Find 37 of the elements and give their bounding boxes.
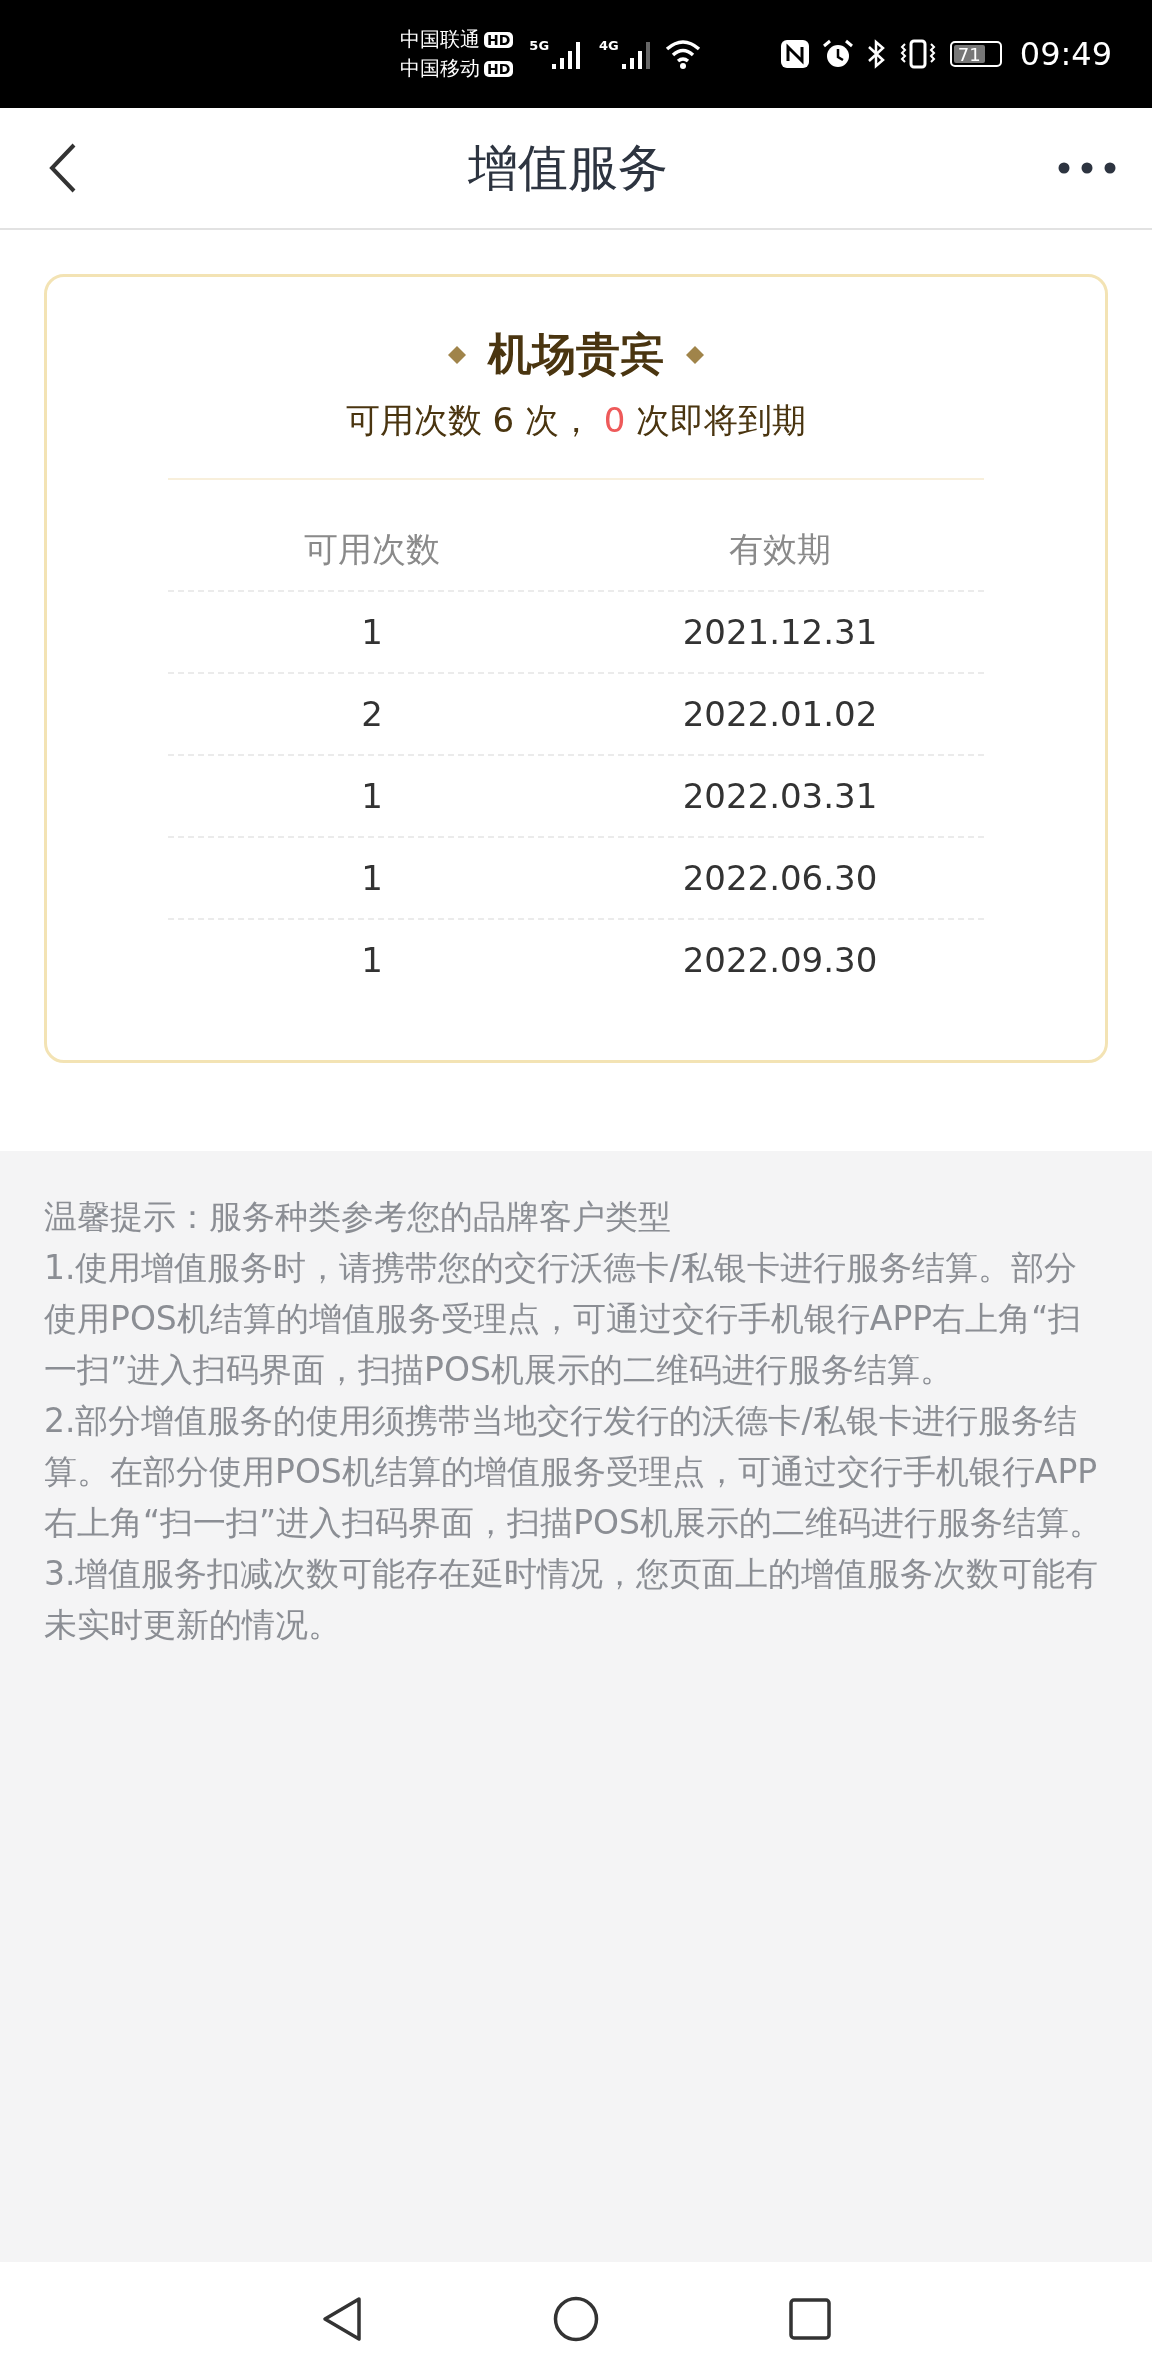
table-cell-text: 1 xyxy=(360,612,384,652)
note-text: 3.增值服务扣减次数可能存在延时情况，您页面上的增值服务次数可能有未实时更新的情况。 xyxy=(44,1553,1100,1646)
hd-badge: HD xyxy=(484,31,514,48)
table-cell-text: 1 xyxy=(360,858,384,898)
summary-text: 可用次数 6 次， 0 次即将到期 xyxy=(345,399,807,442)
alarm-icon xyxy=(821,38,854,70)
column-header: 可用次数 xyxy=(303,528,441,571)
carrier-name: 中国联通 xyxy=(400,26,480,53)
table-cell-text: 1 xyxy=(360,940,384,980)
diamond-icon xyxy=(448,345,466,364)
column-header: 有效期 xyxy=(728,528,832,571)
note-text: 2.部分增值服务的使用须携带当地交行发行的沃德卡/私银卡进行服务结算。在部分使用POS机结算的增值服务受理点，可通过交行手机银行APP右上角“扫一扫”进入扫码界面，扫描POS机展示的二维码进行服务结算。 xyxy=(44,1400,1103,1544)
back-triangle-icon[interactable] xyxy=(321,2296,363,2342)
wifi-icon xyxy=(664,39,701,69)
table-cell-text: 2 xyxy=(360,694,384,734)
table-cell-text: 2022.06.30 xyxy=(681,858,879,898)
network-type: 5G xyxy=(529,38,550,53)
note-text: 温馨提示：服务种类参考您的品牌客户类型 xyxy=(44,1196,672,1238)
table-cell-text: 2022.09.30 xyxy=(681,940,879,980)
diamond-icon xyxy=(686,345,704,364)
note-text: 1.使用增值服务时，请携带您的交行沃德卡/私银卡进行服务结算。部分使用POS机结算的增值服务受理点，可通过交行手机银行APP右上角“扫一扫”进入扫码界面，扫描POS机展示的二维码进行服务结算。 xyxy=(44,1247,1083,1391)
recents-square-icon[interactable] xyxy=(789,2298,831,2340)
table-cell-text: 2022.01.02 xyxy=(681,694,879,734)
service-name: 机场贵宾 xyxy=(488,327,664,381)
battery-icon: 71 xyxy=(949,41,1002,67)
network-type: 4G xyxy=(599,38,619,53)
back-icon[interactable] xyxy=(48,142,78,194)
clock-time: 09:49 xyxy=(1019,35,1112,73)
table-cell-text: 2021.12.31 xyxy=(681,612,879,652)
hd-badge: HD xyxy=(484,60,514,77)
page-title: 增值服务 xyxy=(468,137,668,199)
home-circle-icon[interactable] xyxy=(553,2296,599,2342)
carrier-name: 中国移动 xyxy=(400,55,480,82)
table-cell-text: 2022.03.31 xyxy=(681,776,879,816)
nfc-icon xyxy=(779,39,810,69)
more-icon[interactable] xyxy=(1058,162,1116,174)
table-cell-text: 1 xyxy=(360,776,384,816)
